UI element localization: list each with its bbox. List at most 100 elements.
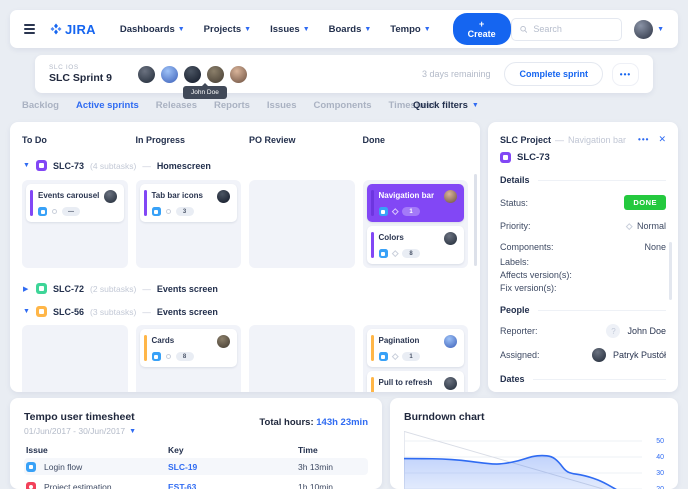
tab-components[interactable]: Components <box>313 100 371 111</box>
scrollbar[interactable] <box>669 242 672 300</box>
dates-section-heading: Dates <box>500 374 666 384</box>
card-epic-stripe <box>144 190 147 216</box>
avatar[interactable] <box>207 66 224 83</box>
column-cell: Tab bar icons 3 <box>136 180 242 268</box>
details-section-heading: Details <box>500 175 666 185</box>
column-header-todo: To Do <box>22 135 128 145</box>
kanban-card-cards[interactable]: Cards 8 <box>140 329 238 367</box>
tab-issues[interactable]: Issues <box>267 100 297 111</box>
chevron-down-icon: ▼ <box>178 26 185 33</box>
close-icon[interactable]: ✕ <box>658 134 666 145</box>
search-input[interactable] <box>533 24 613 34</box>
kanban-card-colors[interactable]: Colors 8 <box>367 226 465 264</box>
kanban-card-navigation-bar[interactable]: Navigation bar 1 <box>367 184 465 222</box>
avatar <box>104 190 117 203</box>
people-section-heading: People <box>500 305 666 315</box>
issue-type-icon <box>26 462 36 472</box>
user-menu[interactable]: ▼ <box>634 20 664 39</box>
tab-releases[interactable]: Releases <box>156 100 197 111</box>
sprint-meta: SLC iOS SLC Sprint 9 <box>49 64 112 84</box>
field-status: Status: DONE <box>500 195 666 210</box>
scrollbar[interactable] <box>474 174 477 266</box>
chevron-down-icon: ▼ <box>303 26 310 33</box>
issue-key-link[interactable]: SLC-19 <box>168 462 298 472</box>
chevron-down-icon[interactable]: ▼ <box>23 308 30 315</box>
timesheet-row[interactable]: Login flow SLC-19 3h 13min <box>24 458 368 475</box>
avatar[interactable] <box>138 66 155 83</box>
quick-filters-dropdown[interactable]: Quick filters▼ <box>413 100 479 111</box>
tab-reports[interactable]: Reports <box>214 100 250 111</box>
epic-key[interactable]: SLC-73 <box>53 161 84 171</box>
chevron-right-icon[interactable]: ▶ <box>23 285 30 293</box>
panel-more-button[interactable]: ••• <box>638 135 649 144</box>
epic-icon <box>36 283 47 294</box>
burndown-chart: 50403020 <box>404 431 664 489</box>
kanban-card-tab-bar-icons[interactable]: Tab bar icons 3 <box>140 184 238 222</box>
card-epic-stripe <box>144 335 147 361</box>
kanban-card-pull-to-refresh[interactable]: Pull to refresh <box>367 371 465 392</box>
chevron-down-icon: ▼ <box>472 102 479 109</box>
card-epic-stripe <box>30 190 33 216</box>
issue-type-icon <box>152 207 161 216</box>
complete-sprint-button[interactable]: Complete sprint <box>504 62 603 86</box>
y-tick-label: 50 <box>656 438 664 445</box>
field-reporter: Reporter: ?John Doe <box>500 324 666 338</box>
column-cell: Pagination 1 Pull to refresh <box>363 325 469 392</box>
avatar[interactable] <box>161 66 178 83</box>
kanban-card-events-carousel[interactable]: Events carousel — <box>26 184 124 222</box>
issue-type-icon <box>379 352 388 361</box>
timesheet-row[interactable]: Project estimation EST-63 1h 10min <box>24 478 368 489</box>
jira-logo[interactable]: JIRA <box>50 22 96 37</box>
priority-icon <box>392 208 398 214</box>
hamburger-menu-icon[interactable] <box>24 24 35 34</box>
epic-subtask-count: (2 subtasks) <box>90 284 136 294</box>
board-tabs: Backlog Active sprints Releases Reports … <box>22 100 435 111</box>
priority-icon <box>392 353 398 359</box>
column-cell: Cards 8 <box>136 325 242 392</box>
field-assigned: Assigned: Patryk Pustół <box>500 348 666 362</box>
epic-key[interactable]: SLC-72 <box>53 284 84 294</box>
estimate-badge: — <box>62 207 80 216</box>
issue-detail-panel: SLC Project — Navigation bar ••• ✕ SLC-7… <box>488 122 678 392</box>
nav-item-dashboards[interactable]: Dashboards▼ <box>120 24 185 35</box>
chevron-down-icon[interactable]: ▼ <box>23 162 30 169</box>
panel-issue-key[interactable]: SLC-73 <box>517 152 550 163</box>
epic-row: ▼ SLC-73 (4 subtasks) — Homescreen <box>10 159 480 172</box>
nav-links: Dashboards▼ Projects▼ Issues▼ Boards▼ Te… <box>120 24 431 35</box>
panel-issue-title: Navigation bar <box>568 135 626 145</box>
status-badge[interactable]: DONE <box>624 195 666 210</box>
tab-backlog[interactable]: Backlog <box>22 100 59 111</box>
column-header-done: Done <box>363 135 469 145</box>
chevron-down-icon: ▼ <box>657 26 664 33</box>
tab-active-sprints[interactable]: Active sprints <box>76 100 139 111</box>
avatar[interactable] <box>184 66 201 83</box>
search-box[interactable] <box>511 18 622 41</box>
epic-key[interactable]: SLC-56 <box>53 307 84 317</box>
create-button[interactable]: + Create <box>453 13 511 45</box>
field-labels: Labels: <box>500 257 666 267</box>
more-options-button[interactable]: ••• <box>612 63 639 86</box>
nav-item-issues[interactable]: Issues▼ <box>270 24 310 35</box>
logo-text: JIRA <box>65 22 96 37</box>
estimate-badge: 1 <box>402 352 420 361</box>
y-tick-label: 40 <box>656 454 664 461</box>
nav-item-tempo[interactable]: Tempo▼ <box>390 24 430 35</box>
avatar-tooltip: John Doe <box>183 86 227 99</box>
column-header-inprogress: In Progress <box>136 135 242 145</box>
priority-icon <box>166 354 171 359</box>
nav-item-projects[interactable]: Projects▼ <box>204 24 251 35</box>
burndown-chart-plot <box>404 431 642 489</box>
date-range-dropdown[interactable]: 01/Jun/2017 - 30/Jun/2017▼ <box>24 426 136 436</box>
issue-type-icon <box>379 207 388 216</box>
epic-row: ▶ SLC-72 (2 subtasks) — Events screen <box>10 282 480 295</box>
epic-subtask-count: (4 subtasks) <box>90 161 136 171</box>
epic-row: ▼ SLC-56 (3 subtasks) — Events screen <box>10 305 480 318</box>
avatar-placeholder: ? <box>606 324 620 338</box>
nav-item-boards[interactable]: Boards▼ <box>329 24 372 35</box>
avatar <box>444 377 457 390</box>
panel-project-name: SLC Project <box>500 135 551 145</box>
issue-key-link[interactable]: EST-63 <box>168 482 298 489</box>
avatar[interactable] <box>230 66 247 83</box>
column-cell: Events carousel — <box>22 180 128 268</box>
kanban-card-pagination[interactable]: Pagination 1 <box>367 329 465 367</box>
